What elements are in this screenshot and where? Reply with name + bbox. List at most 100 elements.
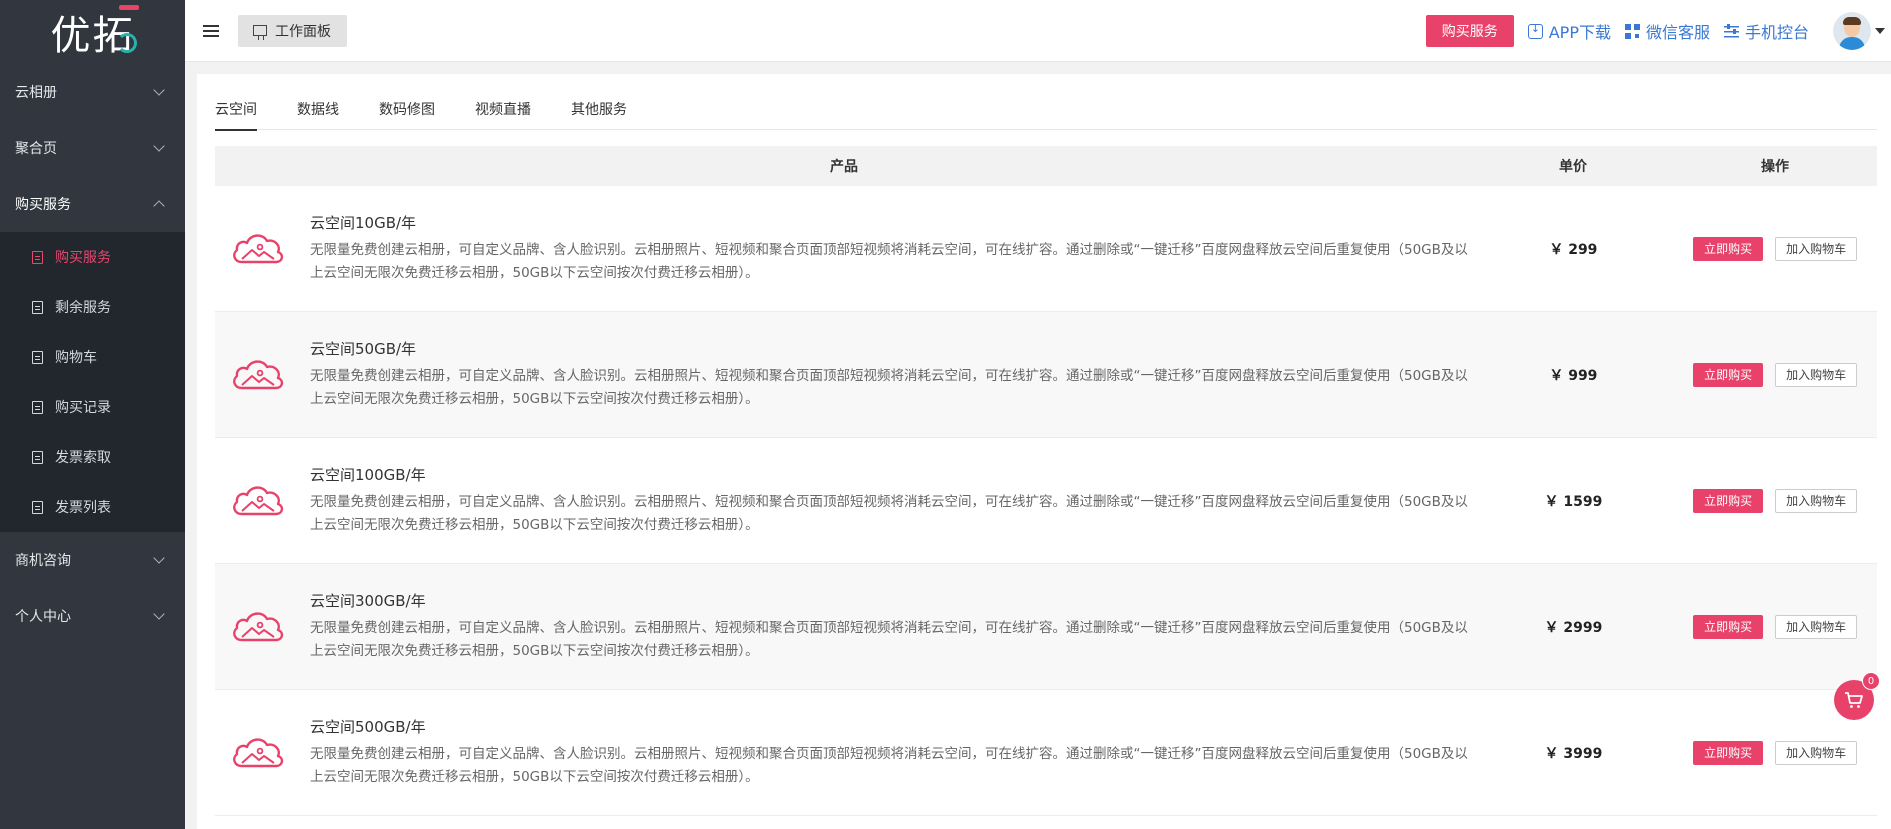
cloud-photo-icon bbox=[233, 233, 284, 263]
nav-group-label: 购买服务 bbox=[15, 197, 71, 213]
download-icon bbox=[1527, 22, 1543, 39]
product-price: ￥ 3999 bbox=[1544, 745, 1603, 762]
column-header-price: 单价 bbox=[1559, 159, 1587, 175]
add-to-cart-button[interactable]: 加入购物车 bbox=[1775, 740, 1858, 765]
buy-now-button[interactable]: 立即购买 bbox=[1693, 614, 1764, 639]
product-description: 无限量免费创建云相册，可自定义品牌、含人脸识别。云相册照片、短视频和聚合页面顶部… bbox=[310, 494, 1468, 533]
floating-cart-button[interactable]: 0 bbox=[1834, 672, 1880, 720]
product-description: 无限量免费创建云相册，可自定义品牌、含人脸识别。云相册照片、短视频和聚合页面顶部… bbox=[310, 746, 1468, 785]
app-download-link[interactable]: APP下载 bbox=[1527, 19, 1611, 43]
shopping-cart-icon bbox=[1845, 692, 1863, 708]
document-icon bbox=[32, 250, 43, 264]
chevron-down-icon bbox=[153, 552, 165, 564]
nav-group-label: 云相册 bbox=[15, 85, 57, 101]
column-header-product: 产品 bbox=[830, 159, 858, 175]
product-description: 无限量免费创建云相册，可自定义品牌、含人脸识别。云相册照片、短视频和聚合页面顶部… bbox=[310, 242, 1468, 281]
nav-group-label: 个人中心 bbox=[15, 609, 71, 625]
add-to-cart-button[interactable]: 加入购物车 bbox=[1775, 614, 1858, 639]
product-price: ￥ 299 bbox=[1549, 241, 1598, 258]
tab-photo-retouch[interactable]: 数码修图 bbox=[379, 74, 435, 130]
sidebar-item-purchase-history[interactable]: 购买记录 bbox=[0, 382, 185, 432]
cloud-photo-icon bbox=[233, 485, 284, 515]
column-header-action: 操作 bbox=[1761, 159, 1789, 175]
top-right-actions: 购买服务 APP下载 微信客服 手机控台 bbox=[1425, 0, 1891, 62]
top-bar: 工作面板 购买服务 APP下载 微信客服 手机控台 bbox=[185, 0, 1891, 62]
table-row: 云空间500GB/年 无限量免费创建云相册，可自定义品牌、含人脸识别。云相册照片… bbox=[215, 690, 1877, 816]
document-icon bbox=[32, 300, 43, 314]
document-icon bbox=[32, 350, 43, 364]
wechat-service-link[interactable]: 微信客服 bbox=[1624, 19, 1710, 43]
workbench-button[interactable]: 工作面板 bbox=[238, 14, 347, 47]
tab-data-cable[interactable]: 数据线 bbox=[297, 74, 339, 130]
product-info: 云空间100GB/年 无限量免费创建云相册，可自定义品牌、含人脸识别。云相册照片… bbox=[310, 464, 1473, 537]
buy-now-button[interactable]: 立即购买 bbox=[1693, 740, 1764, 765]
mobile-console-label: 手机控台 bbox=[1744, 23, 1809, 42]
nav-group-cloud-album[interactable]: 云相册 bbox=[0, 64, 185, 120]
product-description: 无限量免费创建云相册，可自定义品牌、含人脸识别。云相册照片、短视频和聚合页面顶部… bbox=[310, 620, 1468, 659]
row-actions: 立即购买 加入购物车 bbox=[1673, 614, 1877, 639]
logo-mark-icon bbox=[118, 5, 139, 10]
nav-group-personal-center[interactable]: 个人中心 bbox=[0, 588, 185, 644]
main-content: 云空间 数据线 数码修图 视频直播 其他服务 产品 单价 操作 云空间10GB/… bbox=[197, 74, 1891, 829]
caret-down-icon[interactable] bbox=[1875, 28, 1885, 34]
menu-toggle-icon[interactable] bbox=[203, 24, 219, 37]
sidebar-item-invoice-list[interactable]: 发票列表 bbox=[0, 482, 185, 532]
service-tabs: 云空间 数据线 数码修图 视频直播 其他服务 bbox=[215, 74, 1877, 131]
logo[interactable]: 优拓 bbox=[0, 0, 185, 64]
add-to-cart-button[interactable]: 加入购物车 bbox=[1775, 362, 1858, 387]
buy-service-button[interactable]: 购买服务 bbox=[1425, 15, 1514, 47]
nav-group-business-inquiry[interactable]: 商机咨询 bbox=[0, 532, 185, 588]
table-header: 产品 单价 操作 bbox=[215, 146, 1877, 186]
nav-group-buy-service[interactable]: 购买服务 bbox=[0, 176, 185, 232]
nav-group-label: 商机咨询 bbox=[15, 553, 71, 569]
chevron-down-icon bbox=[153, 608, 165, 620]
sidebar-item-cart[interactable]: 购物车 bbox=[0, 332, 185, 382]
product-price: ￥ 2999 bbox=[1544, 619, 1603, 636]
app-download-label: APP下载 bbox=[1548, 23, 1611, 42]
table-row: 云空间100GB/年 无限量免费创建云相册，可自定义品牌、含人脸识别。云相册照片… bbox=[215, 438, 1877, 564]
product-name: 云空间100GB/年 bbox=[310, 466, 426, 484]
nav-group-aggregate-page[interactable]: 聚合页 bbox=[0, 120, 185, 176]
cloud-photo-icon bbox=[233, 611, 284, 641]
row-actions: 立即购买 加入购物车 bbox=[1673, 236, 1877, 261]
row-actions: 立即购买 加入购物车 bbox=[1673, 740, 1877, 765]
tab-live-video[interactable]: 视频直播 bbox=[475, 74, 531, 130]
chevron-down-icon bbox=[153, 84, 165, 96]
chevron-up-icon bbox=[153, 200, 165, 212]
table-row: 云空间10GB/年 无限量免费创建云相册，可自定义品牌、含人脸识别。云相册照片、… bbox=[215, 186, 1877, 312]
tab-other-services[interactable]: 其他服务 bbox=[571, 74, 627, 130]
sidebar-item-buy-service[interactable]: 购买服务 bbox=[0, 232, 185, 282]
buy-now-button[interactable]: 立即购买 bbox=[1693, 488, 1764, 513]
sidebar-item-invoice-request[interactable]: 发票索取 bbox=[0, 432, 185, 482]
table-row: 云空间50GB/年 无限量免费创建云相册，可自定义品牌、含人脸识别。云相册照片、… bbox=[215, 312, 1877, 438]
table-row: 云空间300GB/年 无限量免费创建云相册，可自定义品牌、含人脸识别。云相册照片… bbox=[215, 564, 1877, 690]
buy-now-button[interactable]: 立即购买 bbox=[1693, 362, 1764, 387]
tab-cloud-space[interactable]: 云空间 bbox=[215, 74, 257, 131]
add-to-cart-button[interactable]: 加入购物车 bbox=[1775, 488, 1858, 513]
cloud-photo-icon bbox=[233, 359, 284, 389]
product-price: ￥ 1599 bbox=[1544, 493, 1603, 510]
product-name: 云空间500GB/年 bbox=[310, 718, 426, 736]
product-price: ￥ 999 bbox=[1549, 367, 1598, 384]
document-icon bbox=[32, 500, 43, 514]
document-icon bbox=[32, 400, 43, 414]
sidebar-item-label: 发票列表 bbox=[55, 500, 111, 516]
sidebar-item-label: 剩余服务 bbox=[55, 300, 111, 316]
cart-count-badge: 0 bbox=[1862, 672, 1880, 690]
sidebar-item-remaining-service[interactable]: 剩余服务 bbox=[0, 282, 185, 332]
product-description: 无限量免费创建云相册，可自定义品牌、含人脸识别。云相册照片、短视频和聚合页面顶部… bbox=[310, 368, 1468, 407]
logo-ring-icon bbox=[116, 33, 137, 53]
presentation-board-icon bbox=[253, 25, 267, 40]
product-info: 云空间500GB/年 无限量免费创建云相册，可自定义品牌、含人脸识别。云相册照片… bbox=[310, 716, 1473, 789]
buy-now-button[interactable]: 立即购买 bbox=[1693, 236, 1764, 261]
sidebar: 优拓 云相册 聚合页 购买服务 购买服务 剩余服务 购物车 购买记录 发票索取 … bbox=[0, 0, 185, 829]
submenu-buy-service: 购买服务 剩余服务 购物车 购买记录 发票索取 发票列表 bbox=[0, 232, 185, 532]
mobile-console-link[interactable]: 手机控台 bbox=[1723, 19, 1809, 43]
qr-code-icon bbox=[1624, 23, 1640, 39]
nav-group-label: 聚合页 bbox=[15, 141, 57, 157]
product-name: 云空间50GB/年 bbox=[310, 340, 417, 358]
chevron-down-icon bbox=[153, 140, 165, 152]
sidebar-item-label: 购买服务 bbox=[55, 250, 111, 266]
avatar[interactable] bbox=[1833, 12, 1871, 50]
add-to-cart-button[interactable]: 加入购物车 bbox=[1775, 236, 1858, 261]
